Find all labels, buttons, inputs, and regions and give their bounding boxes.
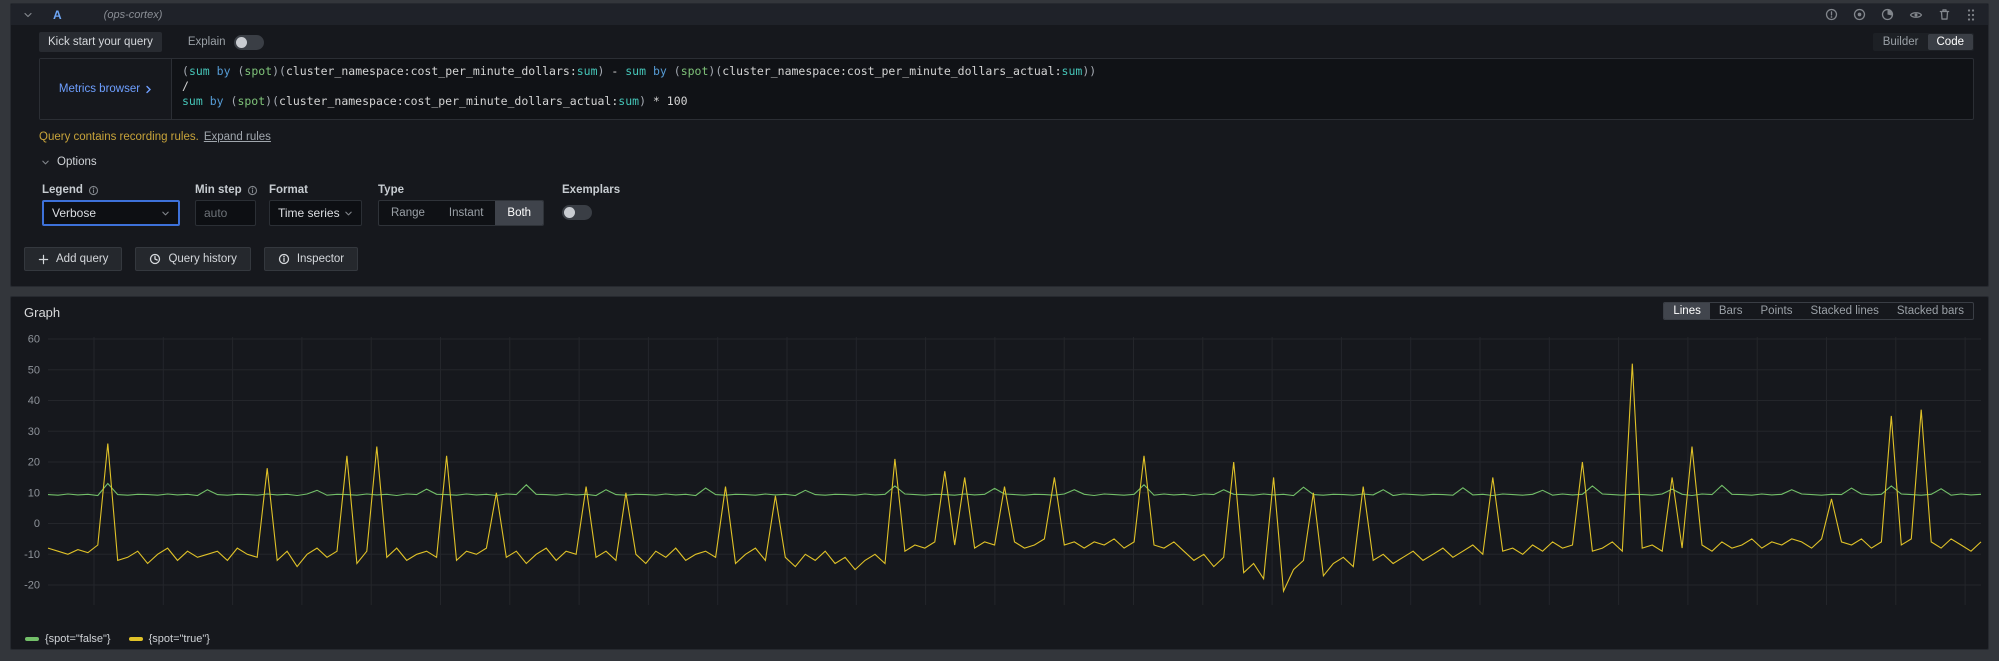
query-ref-id: A: [53, 8, 62, 22]
metrics-browser-label: Metrics browser: [59, 83, 140, 95]
svg-text:-10: -10: [24, 549, 40, 561]
svg-text:30: 30: [28, 426, 40, 438]
graph-panel: Graph Lines Bars Points Stacked lines St…: [10, 296, 1989, 650]
graph-panel-title: Graph: [24, 305, 60, 320]
type-option-both[interactable]: Both: [495, 201, 543, 225]
drag-handle-icon[interactable]: [1966, 8, 1976, 22]
graph-style-switch: Lines Bars Points Stacked lines Stacked …: [1663, 302, 1974, 320]
query-editor-panel: A (ops-cortex) Kick start your q: [10, 3, 1989, 287]
inspector-button[interactable]: Inspector: [264, 247, 358, 271]
explain-label: Explain: [188, 36, 226, 48]
options-collapse-header[interactable]: Options: [41, 156, 97, 168]
info-icon: [247, 185, 258, 196]
query-toolbar: Kick start your query Explain Builder Co…: [39, 32, 1974, 52]
exemplars-field-label: Exemplars: [562, 184, 620, 196]
recording-rules-notice: Query contains recording rules. Expand ru…: [39, 131, 271, 143]
min-step-input[interactable]: [195, 200, 256, 226]
query-code[interactable]: (sum by (spot)(cluster_namespace:cost_pe…: [172, 59, 1973, 119]
svg-text:50: 50: [28, 364, 40, 376]
editor-mode-switch: Builder Code: [1873, 33, 1974, 51]
query-history-button[interactable]: Query history: [135, 247, 250, 271]
query-row-actions: [1825, 8, 1976, 22]
format-field-label: Format: [269, 184, 308, 196]
legend-select[interactable]: Verbose: [42, 200, 180, 226]
query-type-group: Range Instant Both: [378, 200, 544, 226]
record-circle-icon[interactable]: [1853, 8, 1866, 21]
chevron-down-icon: [41, 158, 50, 167]
legend-item-spot-false[interactable]: {spot="false"}: [25, 633, 111, 645]
legend-label: {spot="false"}: [45, 633, 111, 645]
chart-legend: {spot="false"} {spot="true"}: [25, 633, 210, 645]
legend-swatch: [25, 637, 39, 641]
style-option-stacked-lines[interactable]: Stacked lines: [1801, 303, 1887, 319]
chart-area[interactable]: 60 50 40 30 20 10 0 -10 -20: [15, 331, 1986, 605]
chevron-down-icon: [161, 209, 170, 218]
query-actions: Add query Query history Inspector: [24, 247, 358, 271]
explain-control: Explain: [188, 35, 264, 50]
chevron-right-icon: [145, 85, 152, 94]
format-select-value: Time series: [278, 206, 340, 220]
trash-icon[interactable]: [1938, 8, 1951, 21]
type-option-range[interactable]: Range: [379, 201, 437, 225]
legend-select-value: Verbose: [52, 206, 96, 220]
svg-text:-20: -20: [24, 580, 40, 592]
promql-editor: Metrics browser (sum by (spot)(cluster_n…: [39, 58, 1974, 120]
options-header-label: Options: [57, 156, 97, 168]
explain-toggle[interactable]: [234, 35, 264, 50]
metrics-browser-button[interactable]: Metrics browser: [40, 59, 172, 119]
svg-text:60: 60: [28, 334, 40, 346]
expand-rules-link[interactable]: Expand rules: [204, 131, 271, 143]
format-select[interactable]: Time series: [269, 200, 362, 226]
svg-text:0: 0: [34, 518, 40, 530]
legend-label: {spot="true"}: [149, 633, 210, 645]
query-row-header[interactable]: A (ops-cortex): [11, 4, 1988, 25]
legend-swatch: [129, 637, 143, 641]
min-step-field-label: Min step: [195, 184, 258, 196]
notice-text: Query contains recording rules.: [39, 131, 199, 143]
svg-text:20: 20: [28, 457, 40, 469]
plus-icon: [38, 254, 49, 265]
timeseries-chart[interactable]: 60 50 40 30 20 10 0 -10 -20: [15, 331, 1986, 605]
builder-mode-option[interactable]: Builder: [1874, 34, 1928, 50]
style-option-stacked-bars[interactable]: Stacked bars: [1888, 303, 1973, 319]
legend-field-label: Legend: [42, 184, 99, 196]
style-option-lines[interactable]: Lines: [1664, 303, 1710, 319]
exemplars-toggle[interactable]: [562, 205, 592, 220]
info-icon: [88, 185, 99, 196]
style-option-bars[interactable]: Bars: [1710, 303, 1752, 319]
svg-text:10: 10: [28, 487, 40, 499]
eye-icon[interactable]: [1909, 9, 1923, 21]
datasource-name: (ops-cortex): [104, 9, 163, 21]
info-icon: [278, 253, 290, 265]
chevron-down-icon[interactable]: [23, 10, 33, 20]
style-option-points[interactable]: Points: [1752, 303, 1802, 319]
code-mode-option[interactable]: Code: [1928, 34, 1974, 50]
type-field-label: Type: [378, 184, 404, 196]
history-clock-icon: [149, 253, 161, 265]
type-option-instant[interactable]: Instant: [437, 201, 496, 225]
add-query-button[interactable]: Add query: [24, 247, 122, 271]
legend-item-spot-true[interactable]: {spot="true"}: [129, 633, 210, 645]
chevron-down-icon: [344, 209, 353, 218]
svg-text:40: 40: [28, 395, 40, 407]
help-circle-icon[interactable]: [1825, 8, 1838, 21]
pie-chart-icon[interactable]: [1881, 8, 1894, 21]
kick-start-query-button[interactable]: Kick start your query: [39, 32, 162, 52]
